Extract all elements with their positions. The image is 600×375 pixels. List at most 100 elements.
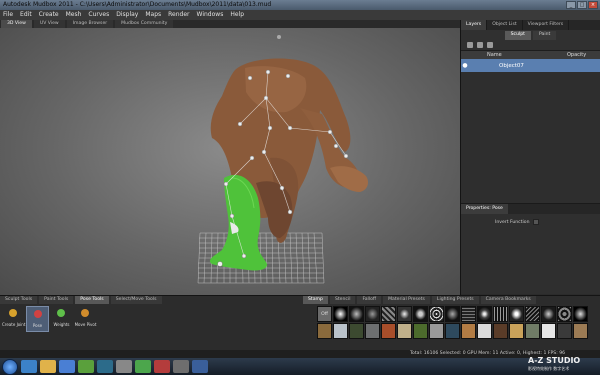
viewport-tabs: 3D View UV View Image Browser Mudbox Com… (0, 20, 460, 28)
tab-sculpt[interactable]: Sculpt (504, 31, 531, 40)
folder-icon[interactable] (40, 360, 56, 373)
pose-icon (34, 310, 42, 318)
stamp-thumbnail[interactable] (525, 306, 540, 322)
app-icon[interactable] (173, 360, 189, 373)
ie-icon[interactable] (21, 360, 37, 373)
tab-stencil[interactable]: Stencil (329, 296, 356, 304)
material-thumbnail[interactable] (397, 323, 412, 339)
watermark-subtitle: 影视特效制作 数字艺术 (528, 366, 570, 371)
pose-tool[interactable]: Pose (26, 306, 49, 332)
tab-falloff[interactable]: Falloff (357, 296, 382, 304)
stamp-thumbnail[interactable] (493, 306, 508, 322)
layer-options-icon[interactable] (487, 42, 493, 48)
move-pivot-tool[interactable]: Move Pivot (74, 306, 97, 332)
stamp-thumbnail[interactable] (349, 306, 364, 322)
material-thumbnail[interactable] (477, 323, 492, 339)
viewport-scene (197, 35, 368, 284)
tab-pose-tools[interactable]: Pose Tools (75, 296, 109, 304)
material-thumbnail[interactable] (365, 323, 380, 339)
tab-object-list[interactable]: Object List (487, 20, 523, 30)
app-icon[interactable] (78, 360, 94, 373)
tool-label: Move Pivot (74, 322, 97, 327)
stamp-thumbnail[interactable] (413, 306, 428, 322)
material-thumbnail[interactable] (349, 323, 364, 339)
stamp-thumbnail[interactable] (541, 306, 556, 322)
app-icon[interactable] (97, 360, 113, 373)
stamp-thumbnail[interactable] (461, 306, 476, 322)
menu-file[interactable]: File (3, 10, 13, 20)
new-layer-icon[interactable] (467, 42, 473, 48)
menu-windows[interactable]: Windows (197, 10, 224, 20)
close-button[interactable]: × (588, 1, 598, 9)
maximize-button[interactable]: □ (577, 1, 587, 9)
stamp-thumbnail[interactable] (557, 306, 572, 322)
3d-viewport[interactable] (0, 28, 460, 295)
invert-function-checkbox[interactable] (533, 219, 539, 225)
layer-row[interactable]: ● Object07 (461, 59, 600, 72)
creature-model[interactable] (209, 58, 368, 271)
app-icon[interactable] (116, 360, 132, 373)
tab-camera-bookmarks[interactable]: Camera Bookmarks (480, 296, 536, 304)
menu-help[interactable]: Help (230, 10, 244, 20)
tab-image-browser[interactable]: Image Browser (66, 20, 114, 28)
weights-tool[interactable]: Weights (50, 306, 73, 332)
stamp-thumbnail[interactable] (397, 306, 412, 322)
material-thumbnail[interactable] (445, 323, 460, 339)
tab-material-presets[interactable]: Material Presets (383, 296, 430, 304)
material-thumbnail[interactable] (557, 323, 572, 339)
tab-sculpt-tools[interactable]: Sculpt Tools (0, 296, 38, 304)
material-thumbnail[interactable] (317, 323, 332, 339)
stamp-thumbnail[interactable] (477, 306, 492, 322)
material-thumbnail[interactable] (413, 323, 428, 339)
tab-properties-pose[interactable]: Properties: Pose (461, 204, 508, 214)
material-thumbnail[interactable] (541, 323, 556, 339)
menu-display[interactable]: Display (116, 10, 138, 20)
material-thumbnail[interactable] (429, 323, 444, 339)
right-panel: Layers Object List Viewport Filters Scul… (460, 20, 600, 295)
start-button[interactable] (2, 358, 18, 375)
create-joint-tool[interactable]: Create Joint (2, 306, 25, 332)
stamp-thumbnail[interactable] (445, 306, 460, 322)
material-thumbnail[interactable] (381, 323, 396, 339)
stamp-grid: Off (303, 306, 600, 350)
menu-edit[interactable]: Edit (20, 10, 32, 20)
material-thumbnail[interactable] (493, 323, 508, 339)
tab-lighting-presets[interactable]: Lighting Presets (431, 296, 479, 304)
menu-curves[interactable]: Curves (88, 10, 109, 20)
tab-uv-view[interactable]: UV View (33, 20, 65, 28)
app-icon[interactable] (192, 360, 208, 373)
tab-3d-view[interactable]: 3D View (1, 20, 32, 28)
menu-render[interactable]: Render (168, 10, 189, 20)
tab-viewport-filters[interactable]: Viewport Filters (523, 20, 570, 30)
material-thumbnail[interactable] (509, 323, 524, 339)
material-thumbnail[interactable] (525, 323, 540, 339)
material-thumbnail[interactable] (573, 323, 588, 339)
layer-toolbar (461, 40, 600, 50)
app-icon[interactable] (154, 360, 170, 373)
stamp-thumbnail[interactable] (509, 306, 524, 322)
tab-stamp[interactable]: Stamp (303, 296, 328, 304)
menu-mesh[interactable]: Mesh (66, 10, 82, 20)
menu-maps[interactable]: Maps (145, 10, 161, 20)
tab-select-move-tools[interactable]: Select/Move Tools (110, 296, 162, 304)
stamp-off[interactable]: Off (317, 306, 332, 322)
stamp-thumbnail[interactable] (333, 306, 348, 322)
tab-mudbox-community[interactable]: Mudbox Community (115, 20, 174, 28)
tab-paint-tools[interactable]: Paint Tools (39, 296, 74, 304)
app-icon[interactable] (59, 360, 75, 373)
minimize-button[interactable]: _ (566, 1, 576, 9)
stamp-thumbnail[interactable] (365, 306, 380, 322)
stamp-thumbnail[interactable] (381, 306, 396, 322)
material-thumbnail[interactable] (333, 323, 348, 339)
mudbox-icon[interactable] (135, 360, 151, 373)
material-thumbnail[interactable] (461, 323, 476, 339)
tab-layers[interactable]: Layers (461, 20, 488, 30)
stamp-thumbnail[interactable] (429, 306, 444, 322)
delete-layer-icon[interactable] (477, 42, 483, 48)
eye-icon[interactable]: ● (461, 62, 469, 69)
menu-create[interactable]: Create (39, 10, 59, 20)
status-bar: Total: 16106 Selected: 0 GPU Mem: 11 Act… (0, 350, 600, 358)
tab-paint[interactable]: Paint (532, 31, 557, 40)
tool-tray-tabs: Sculpt Tools Paint Tools Pose Tools Sele… (0, 296, 162, 304)
stamp-thumbnail[interactable] (573, 306, 588, 322)
